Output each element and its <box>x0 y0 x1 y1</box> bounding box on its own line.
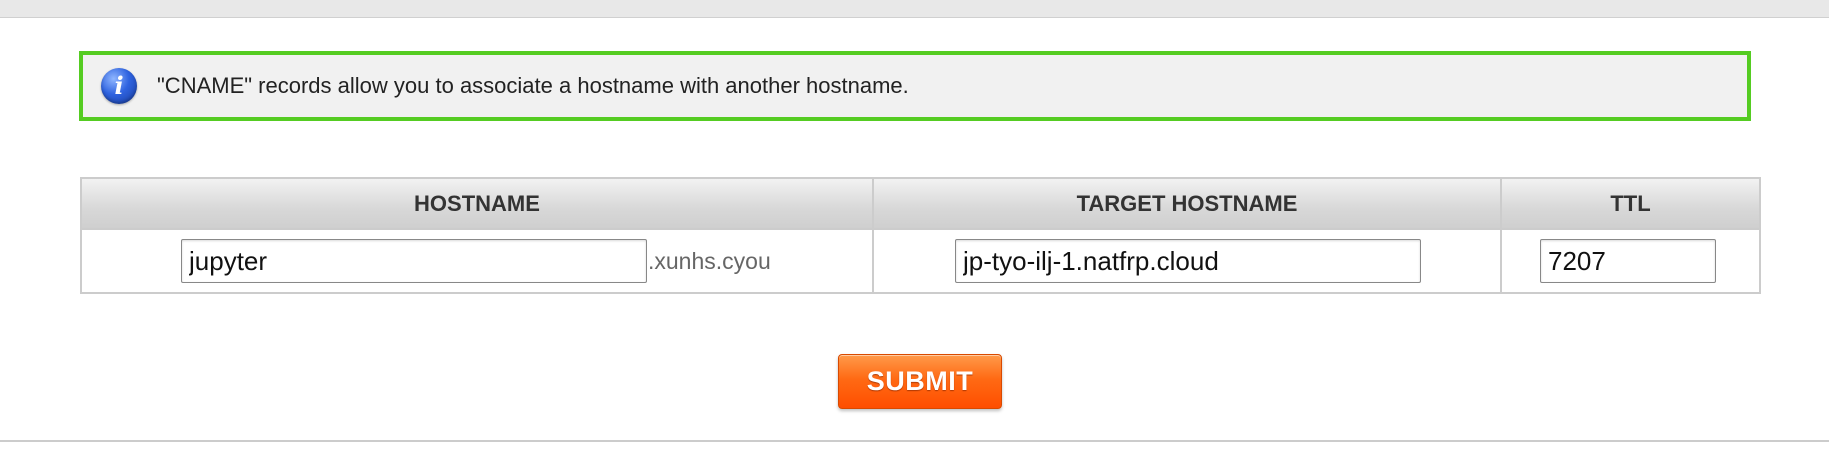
target-hostname-input[interactable] <box>955 239 1421 283</box>
submit-button[interactable]: SUBMIT <box>838 354 1002 409</box>
top-strip <box>0 0 1829 18</box>
column-header-target-hostname: TARGET HOSTNAME <box>872 177 1502 230</box>
info-icon-glyph: i <box>114 71 124 100</box>
info-icon: i <box>101 68 137 104</box>
table-header-row: HOSTNAME TARGET HOSTNAME TTL <box>80 177 1761 230</box>
ttl-input[interactable] <box>1540 239 1716 283</box>
bottom-divider <box>0 440 1829 442</box>
table-row: .xunhs.cyou <box>80 228 1761 294</box>
info-message: "CNAME" records allow you to associate a… <box>157 73 909 98</box>
hostname-input[interactable] <box>181 239 647 283</box>
column-header-ttl: TTL <box>1500 177 1761 230</box>
column-header-hostname: HOSTNAME <box>80 177 874 230</box>
target-hostname-cell <box>872 228 1502 294</box>
info-message-box: i "CNAME" records allow you to associate… <box>79 51 1751 121</box>
page: i "CNAME" records allow you to associate… <box>0 0 1829 450</box>
ttl-cell <box>1500 228 1761 294</box>
domain-suffix: .xunhs.cyou <box>648 247 771 274</box>
hostname-cell: .xunhs.cyou <box>80 228 874 294</box>
cname-record-table: HOSTNAME TARGET HOSTNAME TTL .xunhs.cyou <box>80 177 1761 294</box>
